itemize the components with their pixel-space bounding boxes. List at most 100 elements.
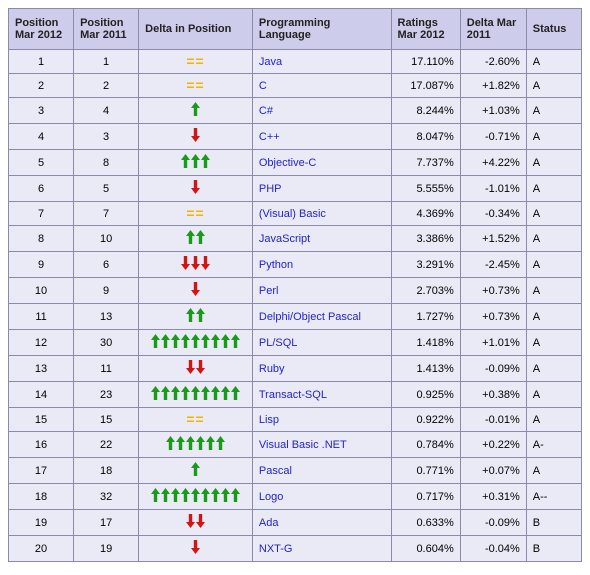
cell-delta-position [139, 278, 253, 304]
delta-down-icon [191, 282, 200, 296]
language-link[interactable]: Delphi/Object Pascal [259, 311, 361, 323]
cell-position-2011: 23 [74, 382, 139, 408]
table-header-row: Position Mar 2012 Position Mar 2011 Delt… [9, 9, 582, 50]
cell-delta-position [139, 510, 253, 536]
cell-delta-ratings: -2.45% [460, 252, 526, 278]
cell-position-2012: 14 [9, 382, 74, 408]
header-delta-position: Delta in Position [139, 9, 253, 50]
delta-same-icon: == [186, 77, 204, 93]
language-link[interactable]: Transact-SQL [259, 389, 327, 401]
cell-delta-ratings: -0.71% [460, 124, 526, 150]
cell-delta-position [139, 536, 253, 562]
cell-language: C++ [252, 124, 391, 150]
cell-delta-ratings: -0.09% [460, 356, 526, 382]
language-link[interactable]: PL/SQL [259, 337, 298, 349]
delta-down-icon [186, 360, 205, 374]
cell-delta-ratings: +0.31% [460, 484, 526, 510]
header-ratings: Ratings Mar 2012 [391, 9, 460, 50]
language-link[interactable]: Ada [259, 517, 279, 529]
cell-language: (Visual) Basic [252, 202, 391, 226]
language-link[interactable]: Pascal [259, 465, 292, 477]
table-row: 1832Logo0.717%+0.31%A-- [9, 484, 582, 510]
delta-up-icon [186, 230, 205, 244]
language-link[interactable]: C [259, 80, 267, 92]
cell-delta-ratings: +0.73% [460, 278, 526, 304]
language-link[interactable]: NXT-G [259, 543, 293, 555]
cell-status: A [526, 408, 581, 432]
cell-language: JavaScript [252, 226, 391, 252]
header-position-2011: Position Mar 2011 [74, 9, 139, 50]
delta-up-icon [151, 488, 240, 502]
cell-position-2011: 7 [74, 202, 139, 226]
cell-position-2012: 18 [9, 484, 74, 510]
cell-status: A [526, 330, 581, 356]
cell-language: Transact-SQL [252, 382, 391, 408]
cell-delta-ratings: +1.03% [460, 98, 526, 124]
cell-ratings: 5.555% [391, 176, 460, 202]
header-language: Programming Language [252, 9, 391, 50]
cell-ratings: 2.703% [391, 278, 460, 304]
header-position-2012: Position Mar 2012 [9, 9, 74, 50]
table-row: 77==(Visual) Basic4.369%-0.34%A [9, 202, 582, 226]
cell-ratings: 8.047% [391, 124, 460, 150]
language-link[interactable]: Perl [259, 285, 279, 297]
cell-status: A [526, 202, 581, 226]
cell-delta-position [139, 330, 253, 356]
cell-ratings: 0.784% [391, 432, 460, 458]
cell-delta-position [139, 124, 253, 150]
language-link[interactable]: C++ [259, 131, 280, 143]
cell-delta-position [139, 226, 253, 252]
table-row: 109Perl2.703%+0.73%A [9, 278, 582, 304]
cell-position-2011: 13 [74, 304, 139, 330]
delta-down-icon [191, 128, 200, 142]
cell-position-2011: 32 [74, 484, 139, 510]
cell-status: B [526, 510, 581, 536]
cell-language: Objective-C [252, 150, 391, 176]
language-link[interactable]: Objective-C [259, 157, 316, 169]
language-link[interactable]: Python [259, 259, 293, 271]
table-row: 810JavaScript3.386%+1.52%A [9, 226, 582, 252]
cell-delta-position [139, 432, 253, 458]
cell-delta-position [139, 98, 253, 124]
delta-down-icon [191, 540, 200, 554]
cell-position-2011: 1 [74, 50, 139, 74]
delta-same-icon: == [186, 53, 204, 69]
cell-delta-position [139, 484, 253, 510]
cell-position-2011: 17 [74, 510, 139, 536]
language-link[interactable]: (Visual) Basic [259, 208, 326, 220]
cell-delta-ratings: -0.09% [460, 510, 526, 536]
cell-position-2012: 7 [9, 202, 74, 226]
cell-ratings: 0.717% [391, 484, 460, 510]
cell-ratings: 0.925% [391, 382, 460, 408]
language-link[interactable]: Visual Basic .NET [259, 439, 347, 451]
language-link[interactable]: JavaScript [259, 233, 310, 245]
language-link[interactable]: Java [259, 56, 282, 68]
language-link[interactable]: Logo [259, 491, 283, 503]
cell-status: A [526, 74, 581, 98]
language-link[interactable]: Lisp [259, 414, 279, 426]
language-link[interactable]: PHP [259, 183, 282, 195]
delta-up-icon [186, 308, 205, 322]
table-row: 34C#8.244%+1.03%A [9, 98, 582, 124]
cell-ratings: 0.922% [391, 408, 460, 432]
cell-ratings: 3.291% [391, 252, 460, 278]
cell-language: Perl [252, 278, 391, 304]
cell-delta-ratings: +0.07% [460, 458, 526, 484]
cell-ratings: 17.110% [391, 50, 460, 74]
language-link[interactable]: Ruby [259, 363, 285, 375]
cell-position-2011: 30 [74, 330, 139, 356]
cell-ratings: 0.633% [391, 510, 460, 536]
table-row: 96Python3.291%-2.45%A [9, 252, 582, 278]
cell-position-2012: 19 [9, 510, 74, 536]
cell-position-2012: 6 [9, 176, 74, 202]
cell-language: Visual Basic .NET [252, 432, 391, 458]
cell-delta-ratings: +0.22% [460, 432, 526, 458]
delta-down-icon [181, 256, 210, 270]
delta-up-icon [151, 334, 240, 348]
cell-position-2012: 20 [9, 536, 74, 562]
cell-language: NXT-G [252, 536, 391, 562]
cell-language: Ada [252, 510, 391, 536]
cell-position-2011: 15 [74, 408, 139, 432]
cell-language: Logo [252, 484, 391, 510]
language-link[interactable]: C# [259, 105, 273, 117]
